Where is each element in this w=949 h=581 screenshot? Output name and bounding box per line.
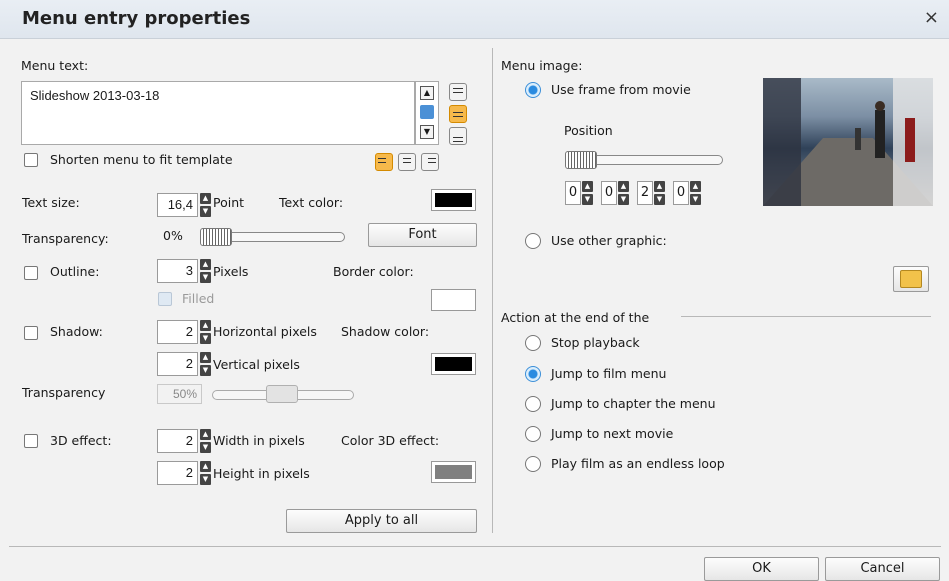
3d-effect-label: 3D effect: [50, 433, 112, 448]
height-input[interactable]: 2 [157, 461, 198, 485]
action-separator [681, 316, 931, 317]
action-radio-4[interactable] [525, 456, 541, 472]
border-color-swatch[interactable] [431, 289, 476, 311]
filled-label: Filled [182, 291, 215, 306]
outline-stepper[interactable]: ▲ ▼ [200, 259, 211, 283]
action-radio-3[interactable] [525, 426, 541, 442]
ok-button[interactable]: OK [704, 557, 819, 581]
position-timecode[interactable]: 0 ▲ ▼ 0 ▲ ▼ 2 ▲ ▼ 0 ▲ ▼ [565, 181, 705, 205]
timecode-field[interactable]: 2 [636, 181, 653, 205]
timecode-field[interactable]: 0 [565, 181, 581, 205]
shadow-color-swatch[interactable] [431, 353, 476, 375]
outline-label: Outline: [50, 264, 100, 279]
timecode-stepper[interactable]: ▲ ▼ [653, 181, 665, 205]
text-size-label: Text size: [22, 195, 80, 210]
shadow-color-label: Shadow color: [341, 324, 430, 339]
menu-text-scrollbar[interactable]: ▲ ▼ [415, 81, 439, 145]
color-3d-swatch[interactable] [431, 461, 476, 483]
timecode-stepper[interactable]: ▲ ▼ [582, 181, 593, 205]
close-icon[interactable]: × [924, 7, 939, 28]
scroll-up-icon[interactable]: ▲ [420, 86, 434, 100]
align-middle-icon[interactable] [449, 105, 467, 123]
shadow-v-stepper[interactable]: ▲ ▼ [200, 352, 211, 376]
action-label: Action at the end of the [501, 310, 650, 325]
height-stepper[interactable]: ▲ ▼ [200, 461, 211, 485]
3d-effect-checkbox[interactable] [24, 434, 38, 448]
panel-divider [492, 48, 493, 533]
timecode-field[interactable]: 0 [600, 181, 617, 205]
align-top-icon[interactable] [449, 83, 467, 101]
shadow-h-input[interactable]: 2 [157, 320, 198, 344]
folder-icon [900, 270, 922, 288]
text-size-unit: Point [213, 195, 245, 210]
transparency-value: 0% [163, 228, 183, 243]
text-size-stepper[interactable]: ▲ ▼ [200, 193, 211, 217]
shadow-h-unit: Horizontal pixels [213, 324, 317, 339]
text-size-input[interactable]: 16,4 [157, 193, 198, 217]
timecode-stepper[interactable]: ▲ ▼ [689, 181, 701, 205]
scroll-thumb[interactable] [420, 105, 434, 119]
action-label-film-menu: Jump to film menu [551, 366, 667, 381]
action-radio-0[interactable] [525, 335, 541, 351]
use-frame-label: Use frame from movie [551, 82, 691, 97]
shadow-label: Shadow: [50, 324, 103, 339]
outline-input[interactable]: 3 [157, 259, 198, 283]
position-label: Position [564, 123, 613, 138]
filled-checkbox[interactable] [158, 292, 172, 306]
align-center-icon[interactable] [398, 153, 416, 171]
browse-button[interactable] [893, 266, 929, 292]
text-color-label: Text color: [279, 195, 344, 210]
shadow-h-stepper[interactable]: ▲ ▼ [200, 320, 211, 344]
width-stepper[interactable]: ▲ ▼ [200, 429, 211, 453]
color-3d-label: Color 3D effect: [341, 433, 440, 448]
outline-checkbox[interactable] [24, 266, 38, 280]
action-label-loop: Play film as an endless loop [551, 456, 725, 471]
align-left-icon[interactable] [375, 153, 393, 171]
shadow-transparency-value: 50% [157, 384, 202, 404]
shadow-transparency-label: Transparency [22, 385, 106, 400]
transparency-slider-thumb[interactable] [200, 228, 232, 246]
action-radio-1[interactable] [525, 366, 541, 382]
frame-preview-image [763, 78, 933, 206]
action-label-stop: Stop playback [551, 335, 640, 350]
align-bottom-icon[interactable] [449, 127, 467, 145]
font-button[interactable]: Font [368, 223, 477, 247]
position-slider-thumb[interactable] [565, 151, 597, 169]
use-frame-radio[interactable] [525, 82, 541, 98]
use-other-label: Use other graphic: [551, 233, 667, 248]
align-right-icon[interactable] [421, 153, 439, 171]
text-color-swatch[interactable] [431, 189, 476, 211]
shorten-label: Shorten menu to fit template [50, 152, 233, 167]
use-other-radio[interactable] [525, 233, 541, 249]
timecode-field[interactable]: 0 [672, 181, 689, 205]
transparency-label: Transparency: [22, 231, 109, 246]
shadow-v-input[interactable]: 2 [157, 352, 198, 376]
height-unit: Height in pixels [213, 466, 310, 481]
dialog-title: Menu entry properties [22, 8, 251, 29]
footer-divider [9, 546, 941, 547]
action-label-chapter: Jump to chapter the menu [551, 396, 716, 411]
shadow-transparency-slider-thumb[interactable] [266, 385, 298, 403]
menu-image-label: Menu image: [501, 58, 583, 73]
menu-text-input[interactable]: Slideshow 2013-03-18 [21, 81, 415, 145]
shadow-checkbox[interactable] [24, 326, 38, 340]
width-unit: Width in pixels [213, 433, 305, 448]
shorten-checkbox[interactable] [24, 153, 38, 167]
action-label-next-movie: Jump to next movie [551, 426, 674, 441]
border-color-label: Border color: [333, 264, 414, 279]
scroll-down-icon[interactable]: ▼ [420, 125, 434, 139]
width-input[interactable]: 2 [157, 429, 198, 453]
outline-unit: Pixels [213, 264, 249, 279]
cancel-button[interactable]: Cancel [825, 557, 940, 581]
action-radio-2[interactable] [525, 396, 541, 412]
shadow-v-unit: Vertical pixels [213, 357, 300, 372]
timecode-stepper[interactable]: ▲ ▼ [617, 181, 629, 205]
apply-to-all-button[interactable]: Apply to all [286, 509, 477, 533]
menu-text-label: Menu text: [21, 58, 89, 73]
